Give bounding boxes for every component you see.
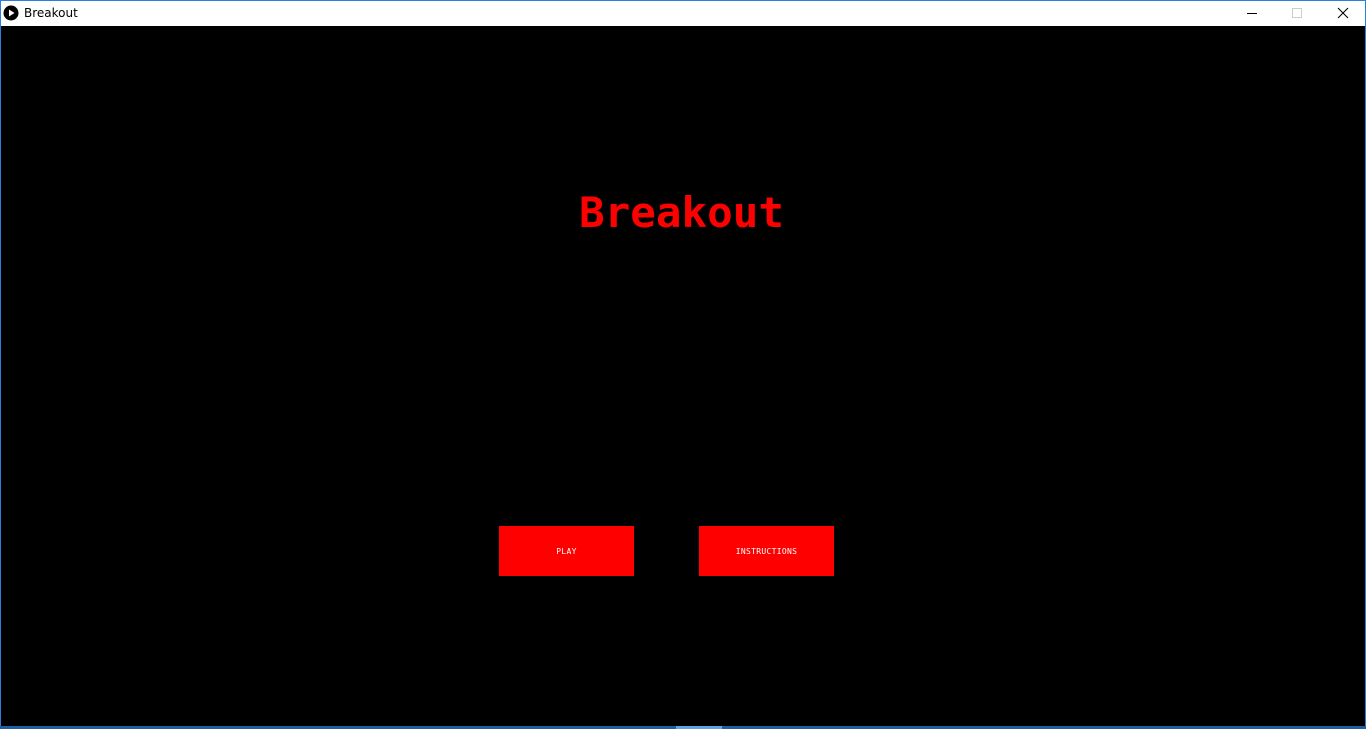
play-button[interactable]: PLAY: [499, 526, 634, 576]
close-icon: [1337, 4, 1349, 23]
instructions-button[interactable]: INSTRUCTIONS: [699, 526, 834, 576]
instructions-button-label: INSTRUCTIONS: [735, 546, 798, 556]
play-button-label: PLAY: [556, 546, 577, 556]
minimize-button[interactable]: [1229, 1, 1275, 26]
close-button[interactable]: [1320, 1, 1366, 26]
game-title: Breakout: [578, 186, 788, 236]
window-border-left: [0, 26, 1, 726]
maximize-icon: [1291, 4, 1303, 23]
game-title-text: Breakout: [579, 188, 784, 236]
window-title: Breakout: [24, 6, 78, 20]
app-play-icon: [3, 5, 19, 21]
maximize-button[interactable]: [1274, 1, 1320, 26]
game-canvas[interactable]: Breakout PLAY INSTRUCTIONS: [0, 26, 1366, 726]
minimize-icon: [1246, 4, 1258, 23]
title-bar[interactable]: Breakout: [0, 0, 1366, 26]
app-window: Breakout Breakout PLAY INSTRUCTIONS: [0, 0, 1366, 729]
